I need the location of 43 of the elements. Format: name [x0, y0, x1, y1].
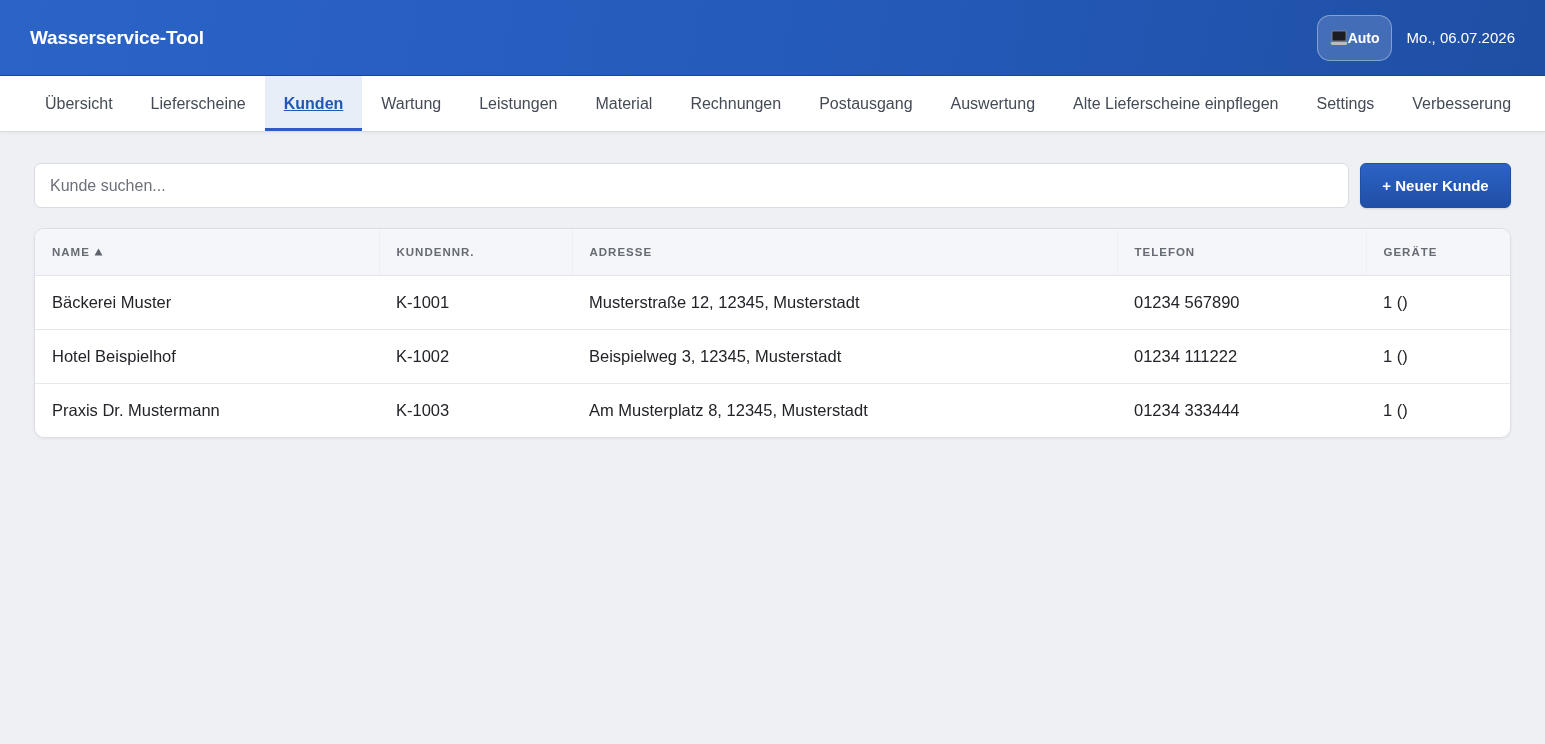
column-header-label: KUNDENNR. — [396, 245, 475, 258]
nav-tab[interactable]: Kunden — [264, 76, 363, 131]
nav-tab[interactable]: Auswertung — [931, 76, 1055, 131]
table-cell: 1 () — [1366, 383, 1510, 437]
column-header[interactable]: GERÄTE — [1366, 229, 1510, 275]
nav-tab[interactable]: Postausgang — [800, 76, 932, 131]
nav-tab[interactable]: Leistungen — [460, 76, 577, 131]
nav-tab[interactable]: Übersicht — [26, 76, 132, 131]
search-field[interactable]: Kunde suchen... — [34, 163, 1349, 208]
table-cell: Beispielweg 3, 12345, Musterstadt — [572, 329, 1117, 383]
table-cell: 01234 567890 — [1117, 275, 1366, 329]
table-cell: 01234 111222 — [1117, 329, 1366, 383]
new-customer-button[interactable]: + Neuer Kunde — [1360, 163, 1511, 208]
table-cell: K-1002 — [379, 329, 572, 383]
table-cell: Hotel Beispielhof — [35, 329, 379, 383]
nav-tab[interactable]: Settings — [1297, 76, 1394, 131]
nav-tab[interactable]: Alte Lieferscheine einpflegen — [1054, 76, 1298, 131]
table-cell: K-1003 — [379, 383, 572, 437]
nav-tab[interactable]: Rechnungen — [671, 76, 801, 131]
column-header[interactable]: ADRESSE — [572, 229, 1117, 275]
column-header-label: GERÄTE — [1383, 245, 1438, 258]
current-date: Mo., 06.07.2026 — [1406, 29, 1515, 46]
nav-tab[interactable]: Wartung — [362, 76, 461, 131]
laptop-icon — [1329, 29, 1348, 46]
theme-button[interactable]: Auto — [1316, 14, 1392, 61]
column-header[interactable]: TELEFON — [1117, 229, 1366, 275]
column-header[interactable]: NAME — [35, 229, 379, 275]
table-cell: 1 () — [1366, 275, 1510, 329]
column-header-label: ADRESSE — [589, 245, 653, 258]
table-cell: Musterstraße 12, 12345, Musterstadt — [572, 275, 1117, 329]
column-header-label: TELEFON — [1134, 245, 1196, 258]
nav-tab[interactable]: Verbesserung — [1393, 76, 1531, 131]
column-header[interactable]: KUNDENNR. — [379, 229, 572, 275]
nav-tab[interactable]: Material — [576, 76, 672, 131]
nav-tab[interactable]: Lieferscheine — [131, 76, 265, 131]
table-cell: Am Musterplatz 8, 12345, Musterstadt — [572, 383, 1117, 437]
table-cell: 1 () — [1366, 329, 1510, 383]
table-cell: 01234 333444 — [1117, 383, 1366, 437]
table-cell: Bäckerei Muster — [35, 275, 379, 329]
app-title: Wasserservice-Tool — [30, 26, 204, 49]
column-header-label: NAME — [52, 245, 90, 258]
table-cell: K-1001 — [379, 275, 572, 329]
table-cell: Praxis Dr. Mustermann — [35, 383, 379, 437]
